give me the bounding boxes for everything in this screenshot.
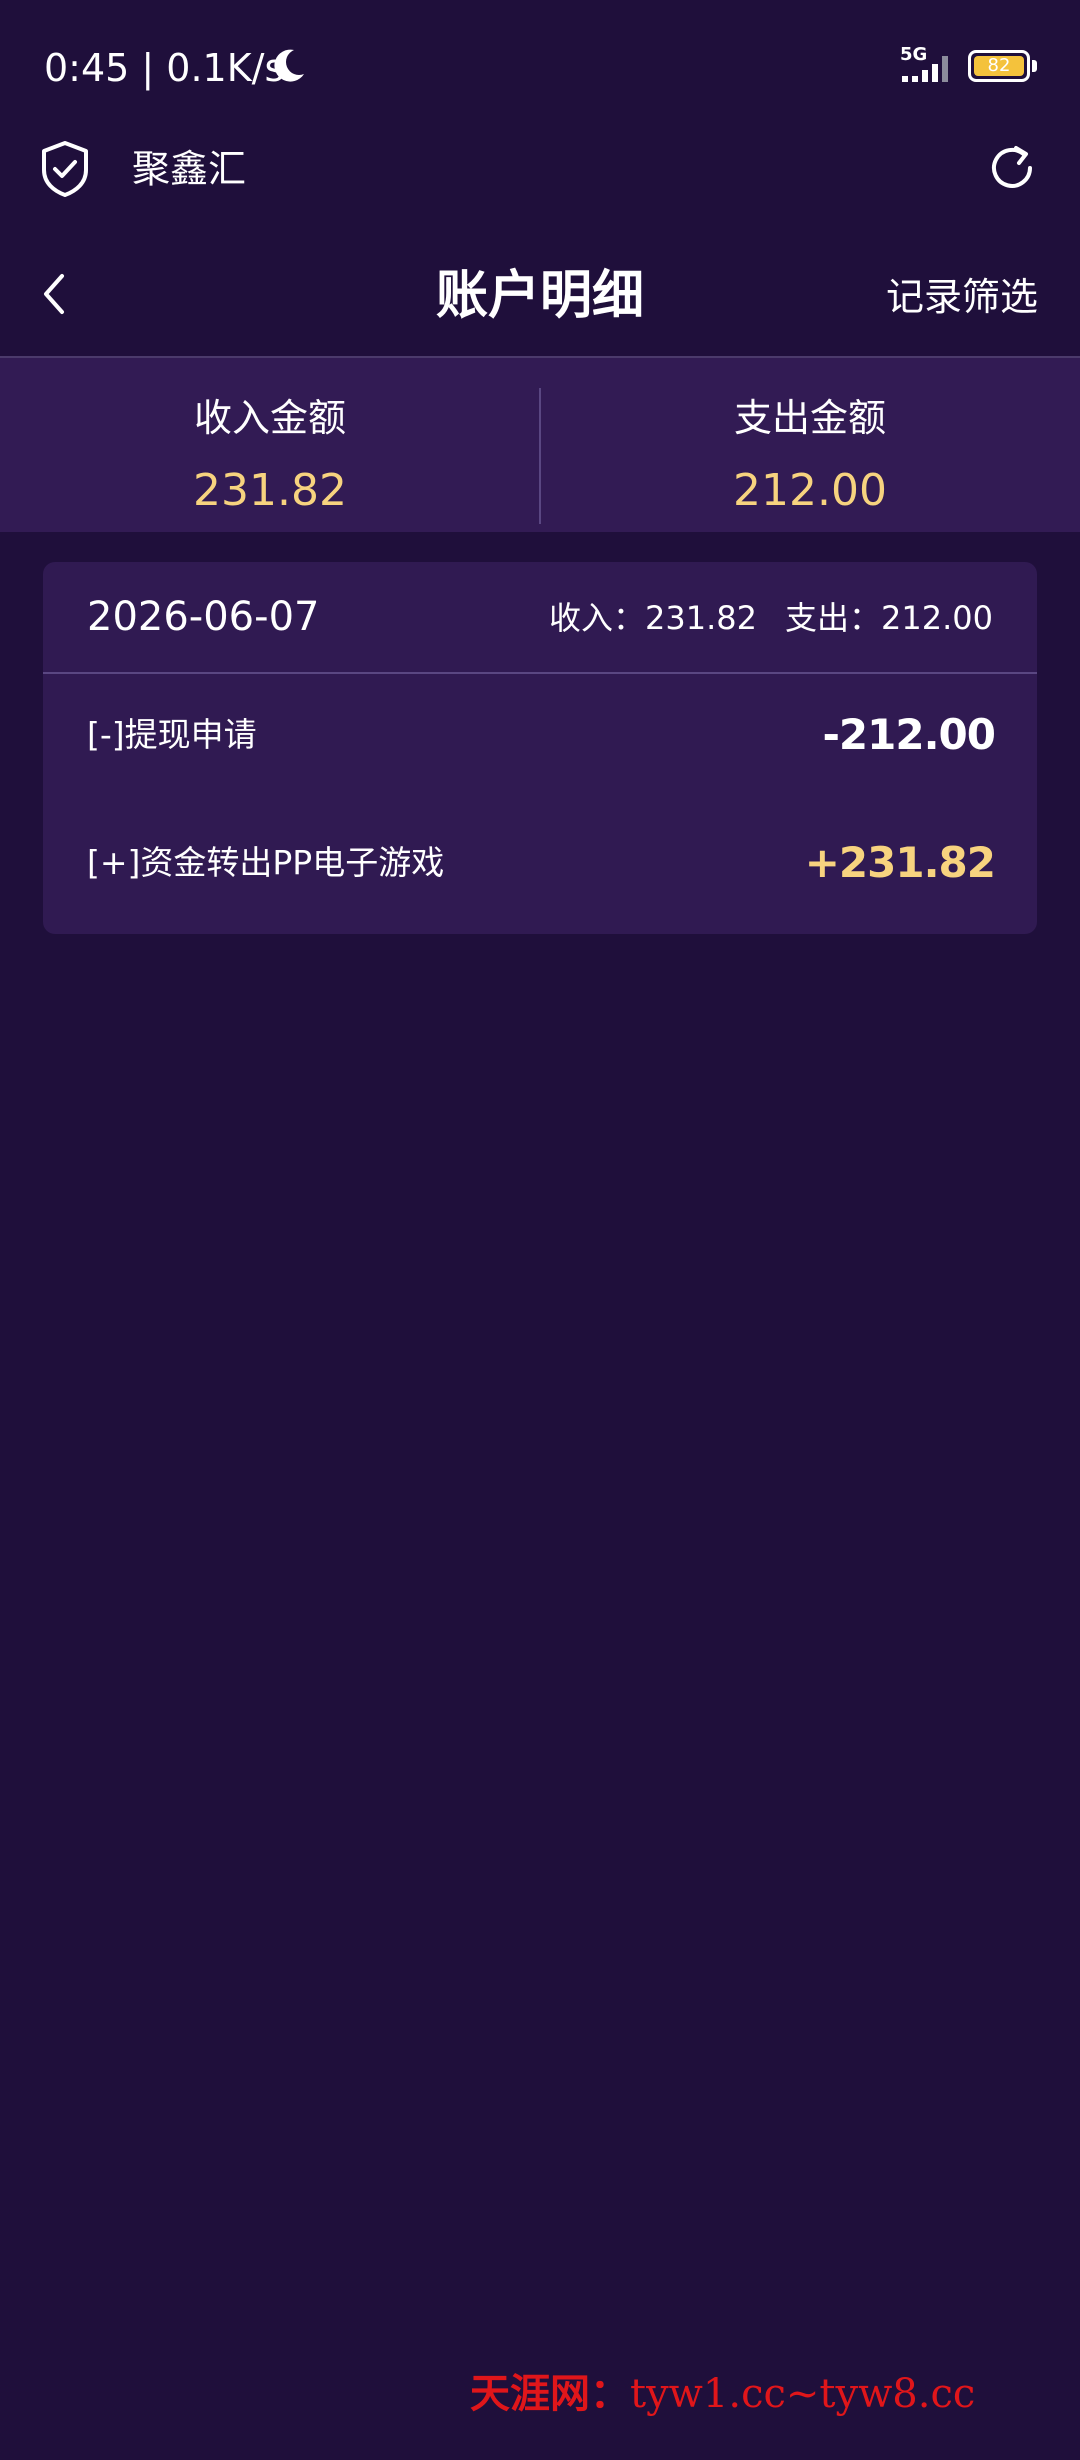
group-income: 收入：231.82 (549, 599, 758, 637)
transaction-row[interactable]: [-]提现申请 -212.00 (43, 674, 1037, 802)
app-bar: 聚鑫汇 (0, 130, 1080, 210)
battery-level: 82 (987, 55, 1011, 76)
record-filter-button[interactable]: 记录筛选 (886, 270, 1038, 324)
shield-check-icon (42, 141, 88, 197)
refresh-icon[interactable] (986, 142, 1038, 194)
expense-summary: 支出金额 212.00 (540, 358, 1080, 532)
group-date: 2026-06-07 (87, 594, 320, 640)
group-totals: 收入：231.82 支出：212.00 (549, 596, 993, 640)
battery-icon: 82 (968, 50, 1030, 82)
day-group-card: 2026-06-07 收入：231.82 支出：212.00 [-]提现申请 -2… (43, 562, 1037, 934)
income-summary: 收入金额 231.82 (0, 358, 540, 532)
watermark-name: 天涯网： (470, 2370, 630, 2417)
transaction-amount: -212.00 (822, 710, 996, 759)
expense-value: 212.00 (733, 465, 887, 516)
watermark-url: tyw1.cc~tyw8.cc (630, 2371, 976, 2417)
transaction-amount: +231.82 (804, 838, 996, 887)
transaction-description: [+]资金转出PP电子游戏 (87, 843, 445, 882)
status-time: 0:45 | 0.1K/s (44, 46, 285, 90)
day-group-header: 2026-06-07 收入：231.82 支出：212.00 (43, 562, 1037, 674)
transaction-row[interactable]: [+]资金转出PP电子游戏 +231.82 (43, 802, 1037, 930)
signal-icon: 5G (900, 46, 960, 86)
watermark: 天涯网：tyw1.cc~tyw8.cc (470, 2368, 1070, 2424)
transaction-description: [-]提现申请 (87, 715, 257, 754)
group-expense: 支出：212.00 (785, 599, 993, 637)
status-bar: 0:45 | 0.1K/s 5G 82 (0, 0, 1080, 135)
moon-icon (274, 49, 304, 82)
app-name: 聚鑫汇 (132, 147, 247, 191)
income-value: 231.82 (193, 465, 347, 516)
summary-panel: 收入金额 231.82 支出金额 212.00 (0, 358, 1080, 532)
income-label: 收入金额 (193, 396, 346, 440)
expense-label: 支出金额 (733, 396, 886, 440)
nav-bar: 账户明细 记录筛选 (0, 236, 1080, 358)
battery-nub (1032, 60, 1037, 72)
